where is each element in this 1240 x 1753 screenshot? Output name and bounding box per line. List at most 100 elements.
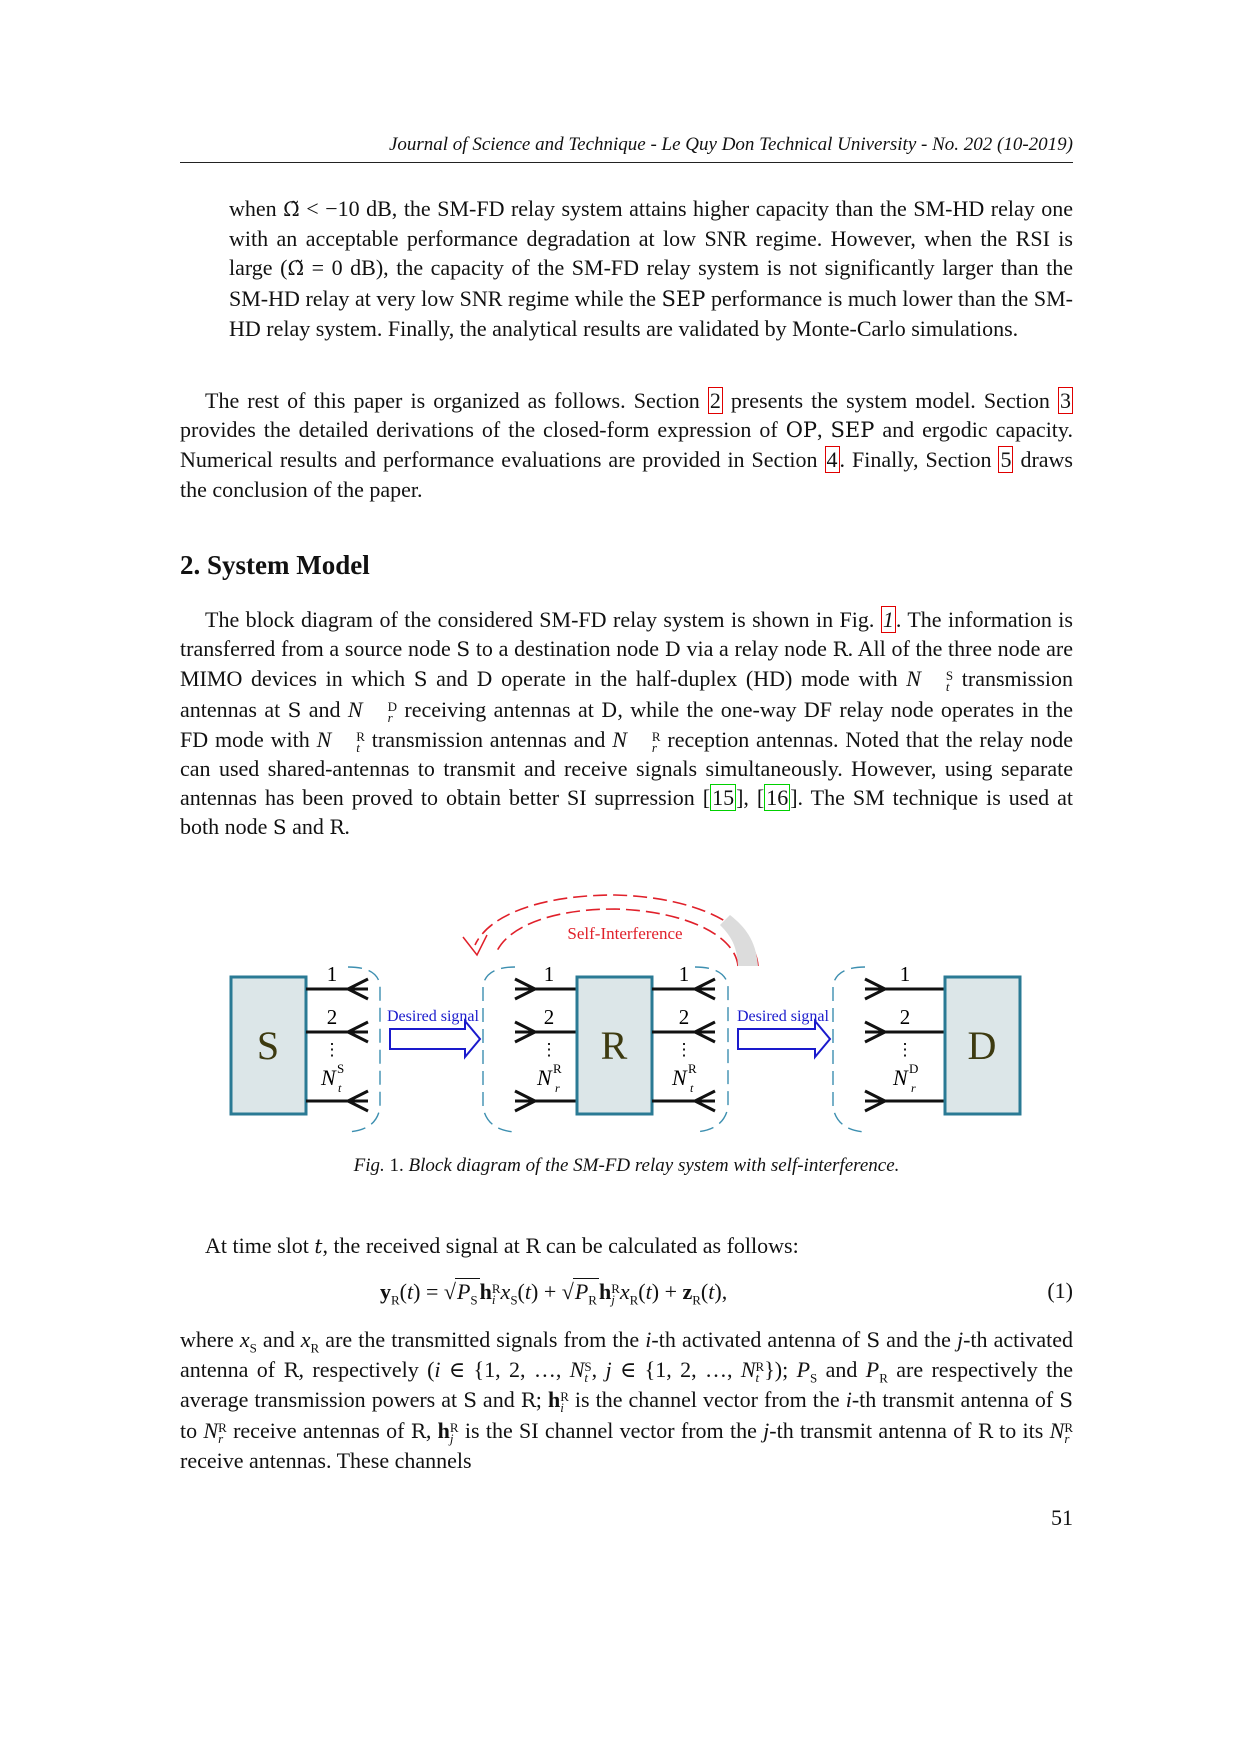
antenna-group-bracket — [832, 966, 866, 1133]
node-s-symbol: S — [456, 637, 471, 662]
sep-acronym: SEP — [661, 286, 706, 311]
block-diagram-figure: Self-Interference S 1 2 ⋮ N S t Desired … — [229, 894, 1022, 1133]
omega-tilde-symbol: Ω̃ — [287, 256, 305, 281]
text-run: are the transmitted signals from the — [319, 1327, 646, 1352]
equation-number: (1) — [1047, 1278, 1073, 1303]
op-acronym: OP — [785, 418, 818, 443]
text-run: , the received signal at — [322, 1233, 526, 1258]
antenna-ellipsis: ⋮ — [897, 1040, 914, 1059]
antenna-count-subscript: r — [555, 1081, 560, 1095]
section-link-2[interactable]: 2 — [707, 387, 723, 414]
header-rule — [180, 162, 1073, 163]
antenna-count-subscript: t — [338, 1081, 342, 1095]
desired-signal-arrow-2 — [737, 1018, 832, 1060]
antenna-ellipsis: ⋮ — [676, 1040, 693, 1059]
antenna-count-superscript: D — [909, 1061, 918, 1076]
math-h-i-R: hRi — [547, 1387, 569, 1416]
node-r-label: R — [601, 1023, 628, 1068]
text-run: , — [817, 417, 831, 443]
node-s-symbol: S — [866, 1328, 881, 1352]
omega-tilde-symbol: Ω̃ — [283, 197, 300, 221]
node-r-symbol: R — [283, 1358, 299, 1383]
node-d-symbol: D — [664, 637, 681, 662]
antenna-count-subscript: r — [911, 1081, 916, 1095]
math-N-r-R: NRr — [203, 1417, 227, 1446]
running-header: Journal of Science and Technique - Le Qu… — [388, 134, 1073, 155]
caption-number: 1. — [389, 1155, 404, 1176]
node-s-symbol: S — [413, 667, 428, 692]
antenna-group-bracket — [482, 966, 516, 1133]
section-link-5[interactable]: 5 — [998, 446, 1014, 474]
section-link-3[interactable]: 3 — [1058, 387, 1073, 414]
node-r-symbol: R — [329, 815, 345, 840]
section-number: 2. — [180, 550, 201, 580]
figure-link-1[interactable]: 1 — [880, 606, 896, 633]
definitions-paragraph: where xS and xR are the transmitted sign… — [180, 1325, 1073, 1475]
antenna-label-1: 1 — [900, 962, 911, 986]
text-run: ); — [774, 1357, 797, 1383]
math-x-S: xS — [239, 1327, 257, 1356]
antenna-label-2: 2 — [544, 1005, 555, 1029]
equation-body: yR(t) = √PSh Ri xS(t) + √PRh Rj xR(t) + zR(t… — [380, 1278, 728, 1308]
node-d-symbol: D — [476, 667, 493, 692]
text-run: ], [ — [736, 785, 765, 811]
node-r-symbol: R — [832, 637, 848, 662]
desired-signal-arrow-1 — [389, 1018, 482, 1060]
antenna-count-N-r-D: N — [892, 1065, 909, 1090]
antenna-count-superscript: S — [337, 1061, 344, 1076]
text-run: to a destination node — [470, 636, 665, 662]
antenna-ellipsis: ⋮ — [324, 1040, 341, 1059]
text-run: and — [427, 666, 477, 692]
text-run: . Finally, Section — [839, 447, 999, 473]
antenna-label-2: 2 — [900, 1005, 911, 1029]
section-heading: 2. System Model — [180, 550, 370, 581]
antenna-count-N-r-R: N — [536, 1065, 553, 1090]
text-run: receive antennas. These channels — [180, 1447, 472, 1473]
text-run: via a relay node — [680, 636, 833, 662]
antenna-count-N-t-R: N — [671, 1065, 688, 1090]
antenna-count-N-t-S: N — [320, 1065, 337, 1090]
node-s-label: S — [257, 1023, 279, 1068]
citation-link-16[interactable]: 16 — [764, 784, 791, 812]
math-x-R: xR — [300, 1327, 320, 1356]
equation-intro-paragraph: At time slot t, the received signal at R… — [180, 1231, 1073, 1261]
node-r-symbol: R — [410, 1418, 426, 1443]
node-d-symbol: D — [601, 697, 618, 722]
math-P-R: PR — [865, 1357, 888, 1386]
text-run: and — [817, 1357, 866, 1383]
node-r-symbol: R — [525, 1234, 541, 1258]
math-P-S: PS — [796, 1357, 818, 1386]
page-number: 51 — [1051, 1505, 1073, 1530]
self-interference-label: Self-Interference — [567, 924, 682, 943]
figure-caption: Fig. 1. Block diagram of the SM-FD relay… — [180, 1155, 1073, 1177]
text-run: and — [476, 1387, 521, 1413]
text-run: to its — [992, 1417, 1050, 1443]
citation-link-15[interactable]: 15 — [710, 784, 737, 812]
section-title: System Model — [207, 550, 370, 580]
caption-text: Block diagram of the SM-FD relay system … — [408, 1155, 900, 1176]
text-run: , respectively ( — [298, 1357, 435, 1383]
text-run: to — [180, 1417, 204, 1443]
node-s-symbol: S — [463, 1388, 477, 1413]
text-run: and the — [880, 1327, 957, 1352]
antenna-ellipsis: ⋮ — [541, 1040, 558, 1059]
antenna-count-superscript: R — [688, 1061, 697, 1076]
sep-acronym: SEP — [830, 418, 875, 443]
node-s-symbol: S — [287, 697, 302, 722]
math-N-r-R: NRr — [1049, 1417, 1073, 1446]
node-r-symbol: R — [977, 1418, 993, 1443]
math-h-j-R: hRj — [437, 1417, 459, 1446]
math-N-r-R: NRr — [612, 726, 661, 755]
text-run: -th transmit antenna of — [851, 1387, 1060, 1413]
text-run: and — [286, 814, 330, 840]
node-s-symbol: S — [272, 815, 287, 840]
node-r-symbol: R — [520, 1388, 536, 1413]
text-run: . — [344, 814, 350, 840]
antenna-label-1: 1 — [327, 962, 338, 986]
organization-paragraph: The rest of this paper is organized as f… — [180, 386, 1073, 504]
text-run: and — [256, 1327, 301, 1352]
section-link-4[interactable]: 4 — [824, 446, 840, 474]
text-run: The rest of this paper is organized as f… — [205, 388, 708, 413]
text-run: is the SI channel vector from the — [458, 1417, 764, 1443]
node-d-label: D — [968, 1023, 997, 1068]
